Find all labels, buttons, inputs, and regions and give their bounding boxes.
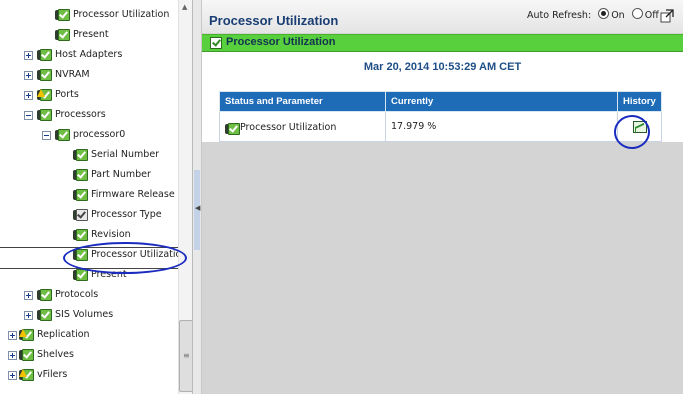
column-header-currently: Currently [385,91,618,112]
status-ok-icon [19,349,34,361]
scroll-up-arrow-icon[interactable]: ▲ [182,3,187,11]
tree-item[interactable]: Ports [0,86,178,104]
tree-item-label[interactable]: vFilers [37,366,67,384]
tree-item-label[interactable]: Serial Number [91,146,159,164]
status-ok-icon [37,309,52,321]
status-ok-icon [73,149,88,161]
tree-item[interactable]: Serial Number [0,146,178,164]
annotation-oval-history [614,115,650,149]
tree-item-label[interactable]: SIS Volumes [55,306,113,324]
scrollbar-thumb[interactable]: ≡ [179,320,192,392]
tree-item-label[interactable]: processor0 [73,126,125,144]
tree-item[interactable]: Processors [0,106,178,124]
window-bottom-margin [0,394,688,401]
tree-item[interactable]: Host Adapters [0,46,178,64]
status-warning-icon [19,329,34,341]
tree-item[interactable]: Processor Utilization [0,6,178,24]
status-ok-icon [55,129,70,141]
detail-panel: Processor Utilization Auto Refresh: On O… [202,0,683,394]
parameter-table: Status and Parameter Currently History P… [219,91,662,142]
current-value-cell: 17.979 % [385,111,618,142]
expand-icon[interactable] [24,71,33,80]
tree-item-label[interactable]: Processor Utilization [73,6,169,24]
status-ok-icon [37,69,52,81]
expand-icon[interactable] [24,291,33,300]
status-ok-icon [225,123,240,135]
tree-item[interactable]: Firmware Release [0,186,178,204]
column-header-parameter: Status and Parameter [219,91,386,112]
expand-icon[interactable] [24,311,33,320]
annotation-oval-tree [63,242,187,274]
status-unknown-icon [73,209,88,221]
table-header-row: Status and Parameter Currently History [219,91,662,112]
navigation-tree: Processor Utilization Present Host Adapter… [0,0,193,394]
auto-refresh-off-label[interactable]: Off [645,10,659,21]
auto-refresh-control: Auto Refresh: On Off [527,8,659,21]
auto-refresh-off-radio[interactable] [631,8,643,19]
status-warning-icon [37,89,52,101]
tree-item-label[interactable]: NVRAM [55,66,90,84]
tree-item-label[interactable]: Host Adapters [55,46,122,64]
tree-item[interactable]: Revision [0,226,178,244]
auto-refresh-on-radio[interactable] [598,8,610,19]
tree-item[interactable]: Part Number [0,166,178,184]
expand-icon[interactable] [8,371,17,380]
tree-item[interactable]: vFilers [0,366,178,384]
expand-icon[interactable] [24,51,33,60]
auto-refresh-on-label[interactable]: On [611,10,625,21]
timestamp: Mar 20, 2014 10:53:29 AM CET [363,61,522,73]
status-bar: Processor Utilization [202,34,683,52]
tree-item[interactable]: Replication [0,326,178,344]
page-title: Processor Utilization [209,13,339,28]
tree-item-label[interactable]: Processor Type [91,206,162,224]
tree-item[interactable]: SIS Volumes [0,306,178,324]
tree-item-label[interactable]: Part Number [91,166,151,184]
status-bar-label: Processor Utilization [226,36,336,48]
tree-item[interactable]: Protocols [0,286,178,304]
expand-icon[interactable] [8,331,17,340]
grip-icon: ≡ [183,351,190,360]
tree-item-label[interactable]: Shelves [37,346,74,364]
tree-item-label[interactable]: Present [73,26,109,44]
auto-refresh-label: Auto Refresh: [527,10,592,21]
tree-item-label[interactable]: Ports [55,86,79,104]
pop-out-icon[interactable] [660,9,674,23]
status-ok-icon [37,49,52,61]
tree-item-label[interactable]: Protocols [55,286,98,304]
expand-icon[interactable] [24,91,33,100]
status-ok-icon [37,289,52,301]
status-ok-icon [73,189,88,201]
status-ok-icon [73,269,88,281]
expand-icon[interactable] [8,351,17,360]
tree-item[interactable]: Processor Type [0,206,178,224]
status-ok-icon [210,37,222,49]
tree-item[interactable]: Present [0,26,178,44]
status-ok-icon [55,29,70,41]
status-ok-icon [73,229,88,241]
collapse-icon[interactable] [42,131,51,140]
status-ok-icon [55,9,70,21]
tree-item[interactable]: Shelves [0,346,178,364]
parameter-cell: Processor Utilization [219,111,386,142]
tree-item[interactable]: processor0 [0,126,178,144]
parameter-name[interactable]: Processor Utilization [240,122,336,133]
collapse-icon[interactable] [24,111,33,120]
collapse-left-icon[interactable]: ◀ [195,204,200,212]
tree-item-label[interactable]: Processors [55,106,106,124]
content-area: Processor Utilization Mar 20, 2014 10:53… [202,34,683,142]
panel-header: Processor Utilization Auto Refresh: On O… [202,0,683,33]
tree-item-label[interactable]: Firmware Release [91,186,175,204]
tree-item-label[interactable]: Replication [37,326,90,344]
status-ok-icon [37,109,52,121]
tree-item[interactable]: NVRAM [0,66,178,84]
status-warning-icon [19,369,34,381]
status-ok-icon [73,169,88,181]
column-header-history: History [617,91,662,112]
table-row: Processor Utilization 17.979 % [219,111,662,142]
